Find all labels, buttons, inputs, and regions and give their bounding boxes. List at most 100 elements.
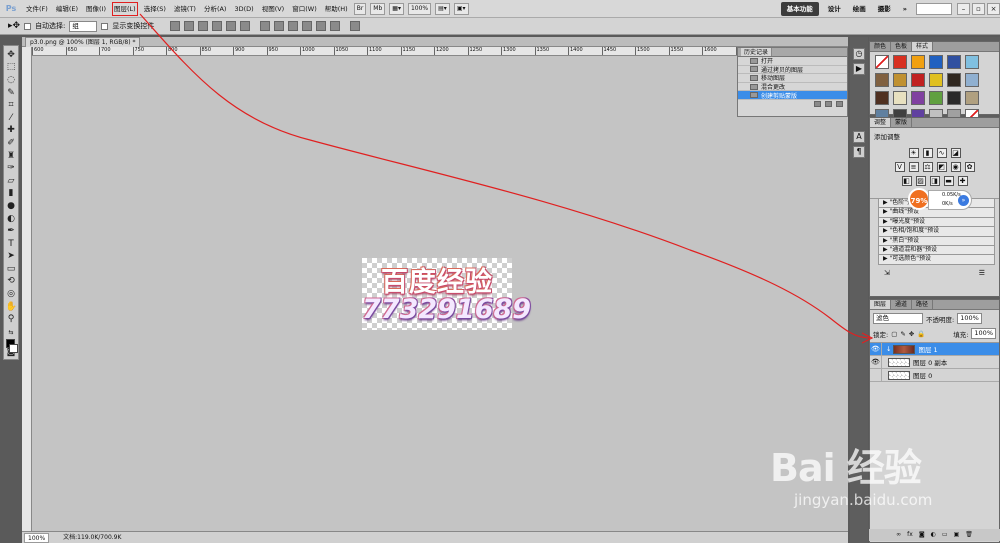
- layer-style-icon[interactable]: fx: [907, 529, 913, 541]
- trash-icon[interactable]: [836, 100, 843, 107]
- style-swatch[interactable]: [893, 55, 907, 69]
- layer-row[interactable]: 👁 图层 0 副本: [870, 355, 999, 369]
- style-swatch[interactable]: [893, 91, 907, 105]
- lasso-tool-icon[interactable]: ◌: [6, 75, 17, 86]
- style-swatch[interactable]: [875, 91, 889, 105]
- style-swatch[interactable]: [965, 55, 979, 69]
- invert-icon[interactable]: ◧: [901, 176, 912, 186]
- tab-masks[interactable]: 蒙版: [891, 118, 913, 127]
- brush-tool-icon[interactable]: ✐: [6, 138, 17, 149]
- gradient-tool-icon[interactable]: ▮: [6, 188, 17, 199]
- posterize-icon[interactable]: ▨: [915, 176, 926, 186]
- menu-3d[interactable]: 3D(D): [230, 0, 257, 18]
- accelerate-icon[interactable]: »: [958, 195, 969, 206]
- add-mask-icon[interactable]: ◙: [919, 529, 925, 541]
- layer-name[interactable]: 图层 1: [918, 344, 937, 354]
- search-input[interactable]: [916, 2, 952, 15]
- show-transform-checkbox[interactable]: [101, 22, 109, 30]
- channel-mixer-icon[interactable]: ✿: [964, 162, 975, 172]
- history-item[interactable]: 通过拷贝的图层: [738, 66, 847, 75]
- adjustment-preset-item[interactable]: ▶ "黑白"预设: [878, 236, 995, 246]
- history-panel-icon[interactable]: ◷: [853, 48, 865, 60]
- align-right-icon[interactable]: [240, 21, 251, 31]
- style-swatch[interactable]: [911, 91, 925, 105]
- style-swatch[interactable]: [929, 73, 943, 87]
- adjustment-preset-item[interactable]: ▶ "可选颜色"预设: [878, 255, 995, 265]
- style-swatch[interactable]: [947, 73, 961, 87]
- adjustment-preset-item[interactable]: ▶ "通道混和器"预设: [878, 245, 995, 256]
- style-swatch[interactable]: [911, 73, 925, 87]
- align-left-icon[interactable]: [212, 21, 223, 31]
- crop-tool-icon[interactable]: ⌗: [6, 100, 17, 111]
- healing-brush-tool-icon[interactable]: ✚: [6, 125, 17, 136]
- layer-row[interactable]: 图层 0: [870, 368, 999, 382]
- 3d-rotate-tool-icon[interactable]: ⟲: [6, 276, 17, 287]
- levels-icon[interactable]: ▮: [922, 148, 933, 158]
- arrange-documents-icon[interactable]: ▤▾: [435, 2, 450, 15]
- hue-saturation-icon[interactable]: ≡: [908, 162, 919, 172]
- tab-color[interactable]: 颜色: [870, 42, 892, 51]
- threshold-icon[interactable]: ◨: [929, 176, 940, 186]
- view-extras-icon[interactable]: ▦▾: [389, 2, 404, 15]
- opacity-input[interactable]: 100%: [957, 313, 982, 324]
- move-tool-icon[interactable]: ▸✥: [8, 21, 20, 31]
- align-center-icon[interactable]: [226, 21, 237, 31]
- style-swatch[interactable]: [875, 73, 889, 87]
- menu-layer[interactable]: 图层(L): [110, 0, 140, 18]
- eraser-tool-icon[interactable]: ▱: [6, 176, 17, 187]
- 3d-orbit-tool-icon[interactable]: ◎: [6, 289, 17, 300]
- curves-icon[interactable]: ∿: [936, 148, 947, 158]
- type-tool-icon[interactable]: T: [6, 239, 17, 250]
- swap-colors-icon[interactable]: ⇆: [6, 327, 17, 338]
- new-group-icon[interactable]: ▭: [942, 529, 948, 541]
- blur-tool-icon[interactable]: ●: [6, 201, 17, 212]
- lock-image-icon[interactable]: ✎: [900, 330, 905, 338]
- character-panel-icon[interactable]: A: [853, 131, 865, 143]
- tab-layers[interactable]: 图层: [870, 300, 892, 309]
- workspace-painting[interactable]: 绘画: [847, 0, 872, 18]
- menu-analysis[interactable]: 分析(A): [200, 0, 231, 18]
- align-middle-icon[interactable]: [184, 21, 195, 31]
- distribute-bottom-icon[interactable]: [288, 21, 299, 31]
- new-snapshot-icon[interactable]: [825, 100, 832, 107]
- distribute-center-icon[interactable]: [316, 21, 327, 31]
- auto-select-checkbox[interactable]: [24, 22, 32, 30]
- align-top-icon[interactable]: [170, 21, 181, 31]
- menu-view[interactable]: 视图(V): [258, 0, 289, 18]
- style-swatch[interactable]: [929, 55, 943, 69]
- new-layer-icon[interactable]: ▣: [954, 529, 960, 541]
- delete-layer-icon[interactable]: 🗑: [965, 529, 973, 541]
- workspace-design[interactable]: 设计: [822, 0, 847, 18]
- shape-tool-icon[interactable]: ▭: [6, 264, 17, 275]
- history-item[interactable]: 移动图层: [738, 74, 847, 83]
- minimize-icon[interactable]: –: [957, 2, 970, 15]
- style-swatch[interactable]: [947, 55, 961, 69]
- style-swatch[interactable]: [947, 91, 961, 105]
- zoom-tool-icon[interactable]: ⚲: [6, 314, 17, 325]
- pen-tool-icon[interactable]: ✒: [6, 226, 17, 237]
- path-select-tool-icon[interactable]: ➤: [6, 251, 17, 262]
- distribute-left-icon[interactable]: [302, 21, 313, 31]
- document-tab[interactable]: p3.0.png @ 100% (图层 1, RGB/8) *: [25, 37, 141, 47]
- history-brush-tool-icon[interactable]: ✑: [6, 163, 17, 174]
- menu-edit[interactable]: 编辑(E): [52, 0, 82, 18]
- menu-window[interactable]: 窗口(W): [288, 0, 321, 18]
- menu-file[interactable]: 文件(F): [22, 0, 52, 18]
- eyedropper-tool-icon[interactable]: ⁄: [6, 113, 17, 124]
- fill-input[interactable]: 100%: [971, 328, 996, 339]
- style-swatch[interactable]: [929, 91, 943, 105]
- visibility-eye-icon[interactable]: [870, 368, 882, 382]
- visibility-eye-icon[interactable]: 👁: [870, 355, 882, 369]
- screen-mode-icon[interactable]: ▣▾: [453, 2, 469, 15]
- new-document-from-state-icon[interactable]: [814, 100, 821, 107]
- move-tool-icon[interactable]: ✥: [6, 50, 17, 61]
- tab-styles[interactable]: 样式: [912, 42, 934, 51]
- restore-icon[interactable]: ▫: [972, 2, 985, 15]
- distribute-middle-icon[interactable]: [274, 21, 285, 31]
- exposure-icon[interactable]: ◪: [950, 148, 961, 158]
- lock-all-icon[interactable]: 🔒: [917, 330, 925, 338]
- align-bottom-icon[interactable]: [198, 21, 209, 31]
- marquee-tool-icon[interactable]: ⬚: [6, 62, 17, 73]
- menu-select[interactable]: 选择(S): [140, 0, 170, 18]
- style-swatch[interactable]: [965, 91, 979, 105]
